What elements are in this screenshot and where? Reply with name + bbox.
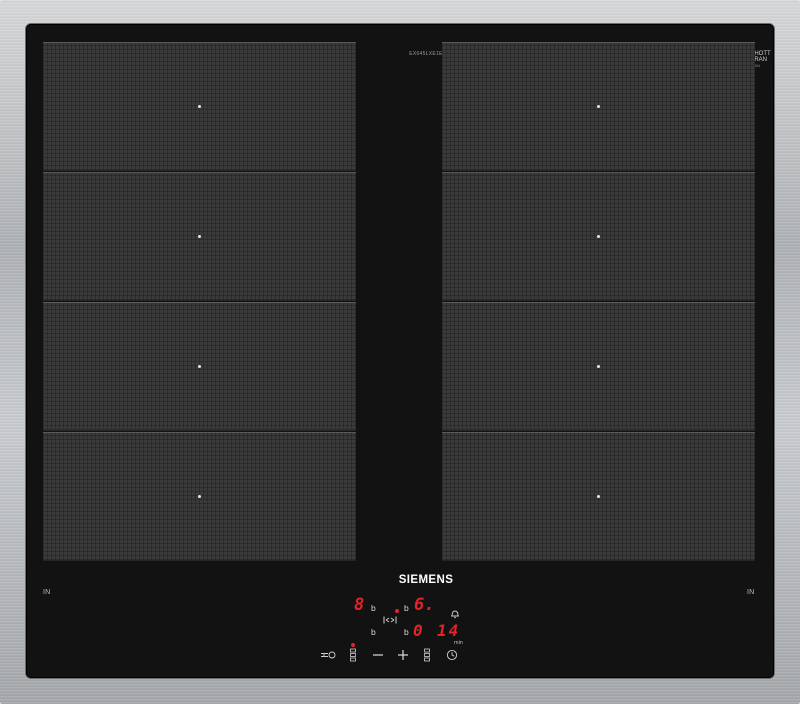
left-zone-select-indicator xyxy=(351,643,355,647)
plus-button[interactable] xyxy=(395,648,411,662)
minus-icon xyxy=(373,654,383,656)
zone-center-mark xyxy=(198,365,201,368)
power-key-icon xyxy=(321,651,336,659)
induction-label-right: IN xyxy=(747,589,755,596)
timer-value: 14 xyxy=(437,621,461,640)
zone-select-right-button[interactable] xyxy=(419,648,435,662)
zone-center-mark xyxy=(597,235,600,238)
cooking-zone-right-4 xyxy=(442,432,755,561)
induction-label-left: IN xyxy=(43,589,51,596)
cooking-zone-left-1 xyxy=(43,42,356,171)
timer-zero-digit: 0 xyxy=(413,621,423,640)
zone-center-mark xyxy=(597,495,600,498)
clock-icon xyxy=(446,649,458,661)
zone-center-mark xyxy=(198,235,201,238)
zone-center-mark xyxy=(597,105,600,108)
kitchen-timer-bell-icon[interactable] xyxy=(447,607,463,621)
zone-center-mark xyxy=(198,495,201,498)
plus-icon xyxy=(398,650,408,660)
zone-select-left-button[interactable] xyxy=(345,648,361,662)
cooking-zone-right-2 xyxy=(442,172,755,301)
timer-unit-label: min xyxy=(454,640,463,646)
right-zone-b-top: b xyxy=(404,603,409,613)
bell-icon xyxy=(451,610,459,619)
cooking-zone-left-4 xyxy=(43,432,356,561)
ceramic-glass-panel: EX645LXE1E SCHOTT CERAN CERAN SIEMENS IN… xyxy=(26,24,774,678)
timer-button[interactable] xyxy=(444,648,460,662)
siemens-logo: SIEMENS xyxy=(398,574,454,586)
zone-select-icon xyxy=(424,648,430,662)
zone-center-mark xyxy=(597,365,600,368)
cooking-zone-left-2 xyxy=(43,172,356,301)
zone-center-mark xyxy=(198,105,201,108)
flex-zone-icon xyxy=(383,616,397,624)
power-button[interactable] xyxy=(319,648,339,662)
flex-zone-icon[interactable] xyxy=(382,613,398,627)
minus-button[interactable] xyxy=(370,648,386,662)
zone-select-icon xyxy=(350,648,356,662)
right-zone-b-bottom: b xyxy=(404,627,409,637)
right-zone-power-level: 6. xyxy=(414,595,435,615)
cooking-zone-left-3 xyxy=(43,302,356,431)
cooking-zone-right-3 xyxy=(442,302,755,431)
left-zone-power-level: 8 xyxy=(354,595,365,615)
cooking-zone-right-1 xyxy=(442,42,755,171)
left-zone-b-top: b xyxy=(371,603,376,613)
left-zone-b-bottom: b xyxy=(371,627,376,637)
model-number: EX645LXE1E xyxy=(409,51,443,57)
